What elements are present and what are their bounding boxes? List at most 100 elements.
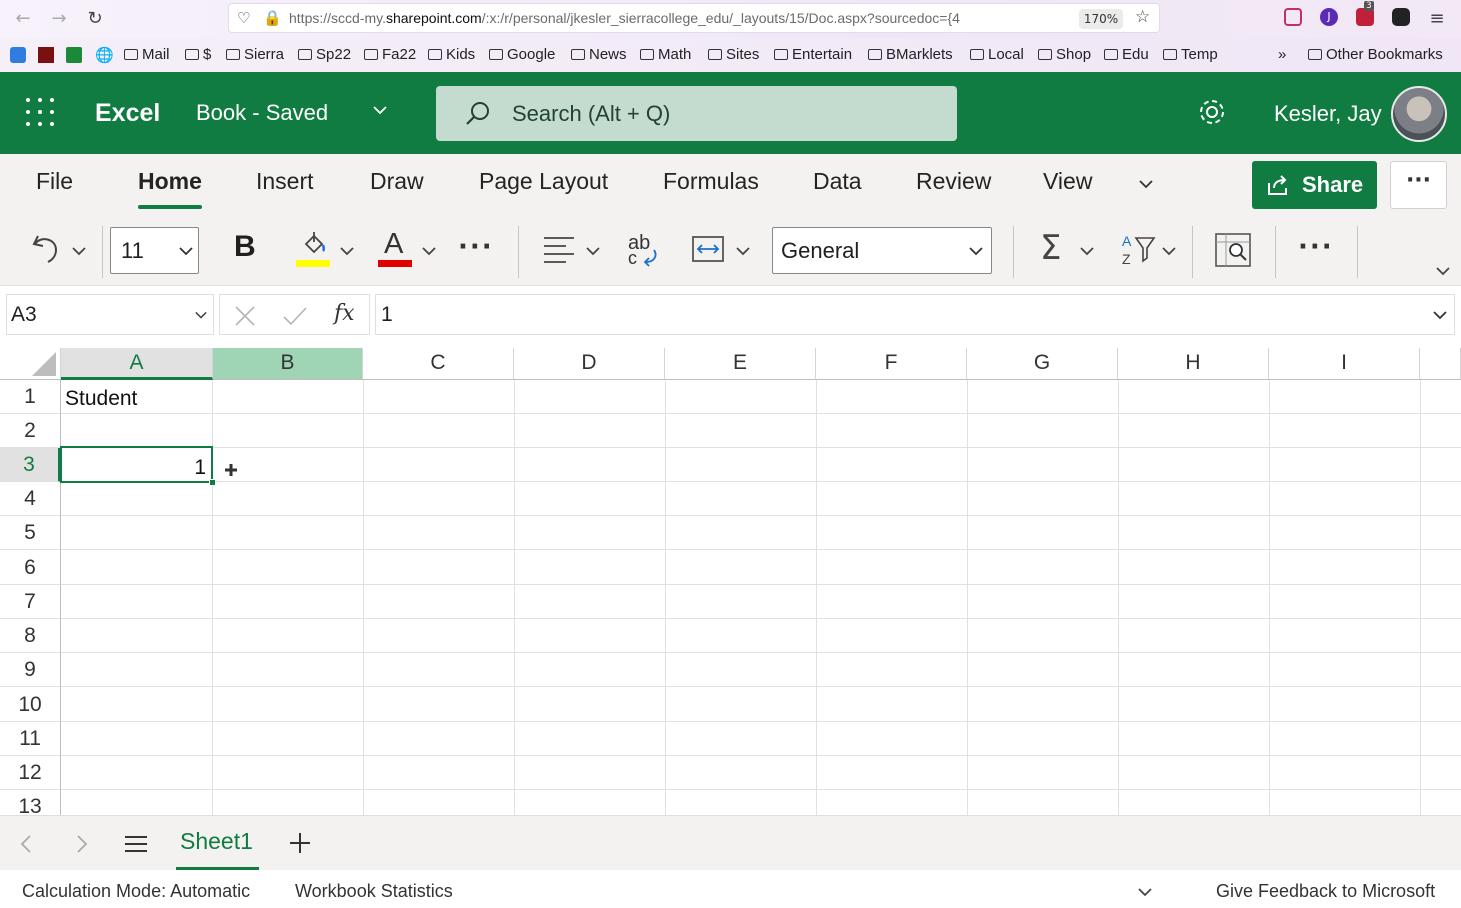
extension-j-icon[interactable]: J [1320,8,1338,26]
align-icon[interactable] [542,234,576,266]
column-header-g[interactable]: G [967,348,1118,380]
cell-a1[interactable]: Student [65,387,137,411]
number-format-dropdown[interactable]: General [772,227,992,274]
bookmark-folder[interactable]: Temp [1163,46,1218,63]
more-tabs-chevron-icon[interactable] [1138,176,1154,192]
bold-button[interactable]: B [234,230,256,264]
column-header-e[interactable]: E [665,348,816,380]
row-header-6[interactable]: 6 [0,550,61,585]
font-size-dropdown[interactable]: 11 [110,227,199,274]
column-header-h[interactable]: H [1118,348,1269,380]
row-header-9[interactable]: 9 [0,653,61,687]
row-header-1[interactable]: 1 [0,380,61,414]
app-name[interactable]: Excel [95,99,160,128]
column-header-d[interactable]: D [514,348,665,380]
calculation-mode[interactable]: Calculation Mode: Automatic [22,881,250,902]
row-header-11[interactable]: 11 [0,722,61,756]
cancel-icon[interactable] [234,305,256,327]
bookmark-folder[interactable]: Sierra [226,46,284,63]
globe-icon[interactable]: 🌐 [95,46,114,64]
row-header-3[interactable]: 3 [0,448,61,482]
column-header-partial[interactable] [1420,348,1461,380]
row-header-8[interactable]: 8 [0,619,61,653]
row-header-5[interactable]: 5 [0,516,61,550]
zoom-level[interactable]: 170% [1079,9,1123,29]
back-icon[interactable]: ← [10,6,36,32]
give-feedback-link[interactable]: Give Feedback to Microsoft [1216,881,1435,902]
bookmark-folder[interactable]: Shop [1038,46,1091,63]
bookmark-folder[interactable]: Fa22 [364,46,416,63]
undo-icon[interactable] [30,232,62,266]
tab-formulas[interactable]: Formulas [663,168,759,195]
forward-icon[interactable]: → [46,6,72,32]
more-options-button[interactable]: ··· [1390,161,1447,209]
tab-file[interactable]: File [36,168,73,195]
expand-ribbon-chevron-icon[interactable] [1436,264,1450,278]
calendar-extension-icon[interactable]: 3 [1356,1,1374,26]
more-commands-icon[interactable]: ··· [1298,232,1334,262]
add-sheet-icon[interactable] [289,832,311,854]
reload-icon[interactable]: ↻ [82,6,108,32]
tab-home[interactable]: Home [138,168,202,195]
autosum-icon[interactable]: Σ [1040,228,1061,268]
find-select-icon[interactable] [1214,232,1252,268]
shield-icon[interactable]: ♡ [237,9,250,27]
bookmark-folder[interactable]: Entertain [774,46,852,63]
app-launcher-icon[interactable] [26,98,54,126]
column-header-f[interactable]: F [816,348,967,380]
bookmark-folder[interactable]: Local [970,46,1024,63]
all-sheets-menu-icon[interactable] [124,834,148,854]
spreadsheet-grid[interactable]: A B C D E F G H I 1 2 3 4 5 6 7 8 9 10 1… [0,348,1461,815]
fill-handle[interactable] [209,479,216,486]
previous-sheet-icon[interactable] [18,834,34,854]
gear-icon[interactable] [1196,96,1228,128]
row-header-10[interactable]: 10 [0,687,61,722]
overflow-chevron-icon[interactable]: » [1278,46,1286,63]
row-header-2[interactable]: 2 [0,414,61,448]
workbook-statistics[interactable]: Workbook Statistics [295,881,453,902]
other-bookmarks[interactable]: Other Bookmarks [1308,46,1443,63]
privacy-extension-icon[interactable] [1392,8,1410,26]
row-header-13[interactable]: 13 [0,790,61,815]
column-header-b[interactable]: B [213,348,363,380]
sort-filter-chevron-icon[interactable] [1162,244,1176,258]
bookmark-folder[interactable]: Mail [124,46,170,63]
avatar[interactable] [1391,86,1447,142]
bookmark-folder[interactable]: News [571,46,627,63]
bookmark-folder[interactable]: Edu [1104,46,1149,63]
formula-input[interactable]: 1 [375,294,1455,335]
bookmark-folder[interactable]: Math [640,46,691,63]
bookmark-folder[interactable]: Sites [708,46,759,63]
bookmark-star-icon[interactable]: ☆ [1135,7,1150,27]
row-header-7[interactable]: 7 [0,585,61,619]
status-chevron-down-icon[interactable] [1138,886,1152,898]
bookmark-folder[interactable]: Google [489,46,555,63]
name-box[interactable]: A3 [6,294,214,335]
column-header-i[interactable]: I [1269,348,1420,380]
tab-review[interactable]: Review [916,168,991,195]
document-title[interactable]: Book - Saved [196,100,328,126]
align-chevron-icon[interactable] [586,244,600,258]
tab-view[interactable]: View [1043,168,1092,195]
autosum-chevron-icon[interactable] [1080,244,1094,258]
wu-bookmark-icon[interactable] [38,47,54,63]
fill-color-chevron-icon[interactable] [340,244,354,258]
sort-filter-icon[interactable]: AZ [1120,232,1156,268]
pocket-icon[interactable] [1284,8,1302,26]
select-all-corner[interactable] [0,348,61,380]
row-header-12[interactable]: 12 [0,756,61,790]
tab-page-layout[interactable]: Page Layout [479,168,608,195]
wrap-text-button[interactable]: ab c [626,230,660,270]
lock-icon[interactable]: 🔒 [263,9,282,27]
url-bar[interactable]: ♡ 🔒 https://sccd-my.sharepoint.com/:x:/r… [228,3,1160,33]
more-font-options-icon[interactable]: ··· [458,232,494,262]
menu-icon[interactable]: ≡ [1424,6,1450,32]
column-header-c[interactable]: C [363,348,514,380]
enter-icon[interactable] [282,305,308,327]
fill-color-button[interactable] [296,228,330,268]
font-color-button[interactable]: A [378,228,412,268]
tab-data[interactable]: Data [813,168,862,195]
merge-cells-icon[interactable] [692,234,724,264]
sheets-bookmark-icon[interactable] [66,47,82,63]
merge-chevron-icon[interactable] [736,244,750,258]
